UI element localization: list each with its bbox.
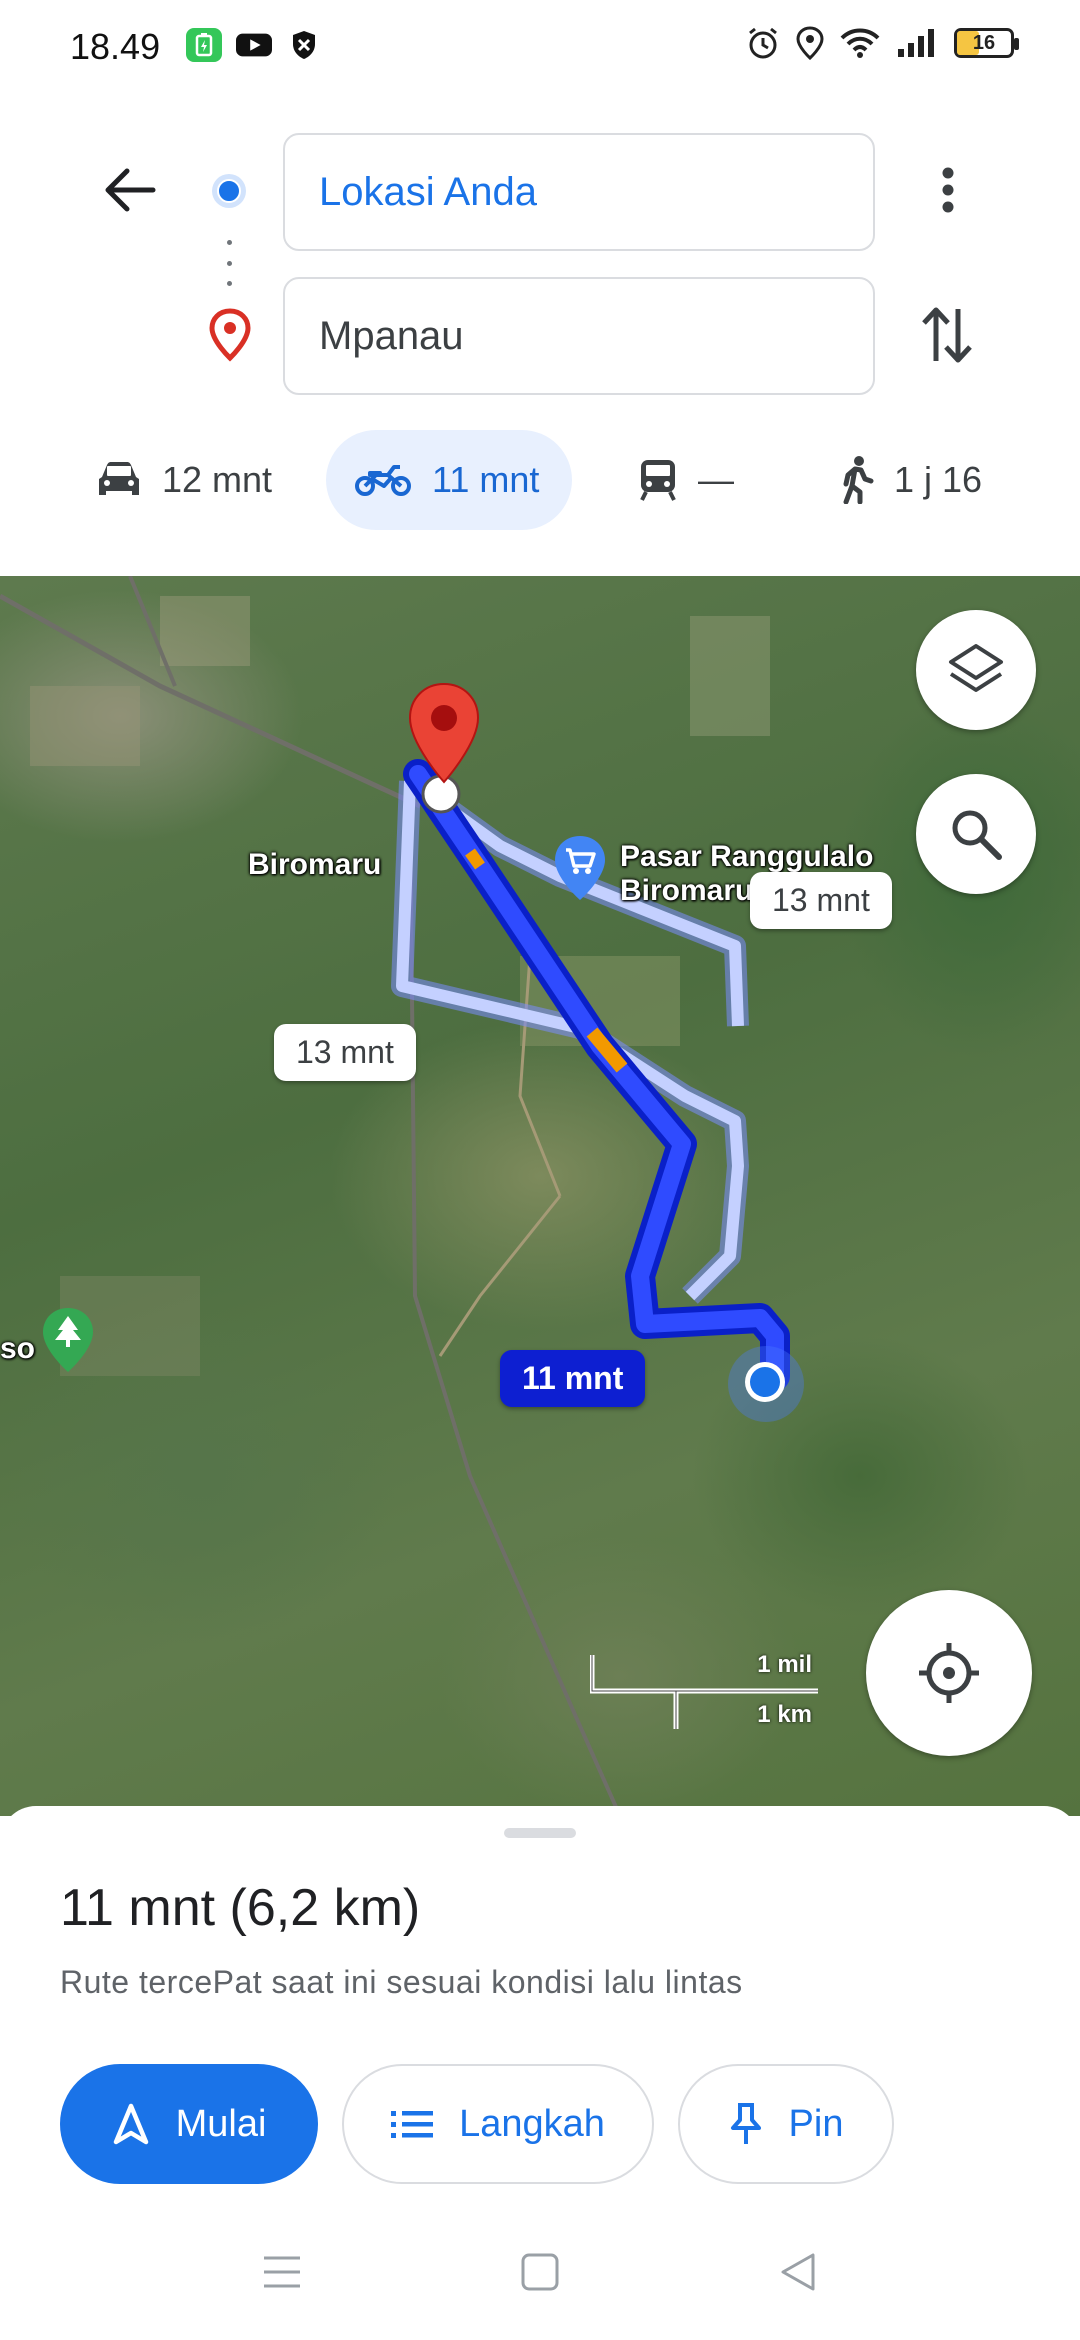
signal-icon	[898, 29, 934, 57]
map-view[interactable]: Biromaru Pasar Ranggulalo Biromaru so 13…	[0, 576, 1080, 1816]
location-icon	[796, 26, 824, 60]
crosshair-icon	[919, 1643, 979, 1703]
selected-route-time[interactable]: 11 mnt	[500, 1350, 646, 1407]
list-icon	[391, 2111, 434, 2138]
sheet-drag-handle[interactable]	[504, 1828, 576, 1838]
status-right-icons: 16	[746, 26, 1019, 60]
arrow-back-icon	[105, 168, 156, 212]
destination-input[interactable]: Mpanau	[283, 277, 875, 395]
swap-button[interactable]	[912, 300, 982, 370]
train-icon	[640, 460, 676, 501]
menu-icon	[264, 2256, 300, 2288]
status-bar: 18.49 16	[0, 0, 1080, 96]
navigation-icon	[113, 2103, 148, 2145]
my-location-button[interactable]	[866, 1590, 1032, 1756]
swap-vert-icon	[922, 307, 972, 363]
route-connector	[227, 240, 233, 286]
motorcycle-duration: 11 mnt	[432, 459, 540, 500]
scale-km: 1 km	[757, 1701, 812, 1728]
walk-icon	[843, 456, 874, 504]
route-summary: 11 mnt (6,2 km)	[60, 1879, 421, 1937]
square-icon	[521, 2253, 559, 2291]
motorcycle-icon	[355, 465, 411, 496]
tab-transit[interactable]: —	[610, 430, 762, 530]
place-label-market-line2[interactable]: Biromaru	[620, 874, 753, 908]
system-nav-bar	[0, 2222, 1080, 2322]
start-label: Mulai	[175, 2102, 267, 2145]
pin-button[interactable]: Pin	[678, 2064, 894, 2184]
search-icon	[952, 810, 1002, 860]
wifi-icon	[840, 28, 880, 58]
tab-motorcycle[interactable]: 11 mnt	[326, 430, 572, 530]
tab-car[interactable]: 12 mnt	[68, 430, 300, 530]
back-nav-button[interactable]	[768, 2242, 828, 2302]
home-button[interactable]	[510, 2242, 570, 2302]
destination-pin-icon	[208, 308, 252, 362]
steps-label: Langkah	[459, 2102, 605, 2145]
shopping-cart-icon[interactable]	[552, 834, 608, 902]
tab-walk[interactable]: 1 j 16	[810, 430, 1010, 530]
place-label-market-line1[interactable]: Pasar Ranggulalo	[620, 840, 873, 874]
youtube-icon	[236, 28, 272, 62]
travel-mode-tabs: 12 mnt 11 mnt — 1 j 16	[0, 430, 1080, 530]
alarm-icon	[749, 27, 777, 59]
shield-icon	[286, 28, 322, 62]
status-time: 18.49	[70, 26, 161, 67]
scale-miles: 1 mil	[757, 1651, 812, 1678]
more-vert-icon	[942, 167, 954, 213]
transit-duration: —	[698, 459, 734, 500]
back-button[interactable]	[100, 160, 160, 220]
origin-input[interactable]: Lokasi Anda	[283, 133, 875, 251]
alt-route-time-left[interactable]: 13 mnt	[274, 1024, 416, 1081]
park-marker-icon[interactable]	[40, 1306, 96, 1374]
start-button[interactable]: Mulai	[60, 2064, 318, 2184]
steps-button[interactable]: Langkah	[342, 2064, 654, 2184]
map-scale: 1 mil 1 km	[589, 1651, 820, 1731]
origin-dot-icon	[212, 174, 246, 208]
layers-icon	[949, 644, 1003, 692]
route-note: Rute tercePat saat ini sesuai kondisi la…	[60, 1964, 743, 2000]
layers-button[interactable]	[916, 610, 1036, 730]
battery-icon: 16	[954, 28, 1019, 58]
place-label-park[interactable]: so	[0, 1332, 35, 1366]
search-along-route-button[interactable]	[916, 774, 1036, 894]
destination-marker-icon[interactable]	[406, 682, 482, 786]
status-left-icons	[186, 28, 322, 62]
walk-duration: 1 j 16	[894, 459, 983, 500]
pin-label: Pin	[788, 2102, 844, 2145]
triangle-back-icon	[781, 2253, 815, 2291]
more-options-button[interactable]	[918, 160, 978, 220]
push-pin-icon	[730, 2103, 761, 2144]
battery-saver-icon	[186, 28, 222, 62]
car-icon	[99, 462, 139, 495]
car-duration: 12 mnt	[162, 459, 273, 500]
alt-route-time-right[interactable]: 13 mnt	[750, 872, 892, 929]
recents-button[interactable]	[252, 2242, 312, 2302]
place-label-biromaru[interactable]: Biromaru	[248, 848, 381, 882]
